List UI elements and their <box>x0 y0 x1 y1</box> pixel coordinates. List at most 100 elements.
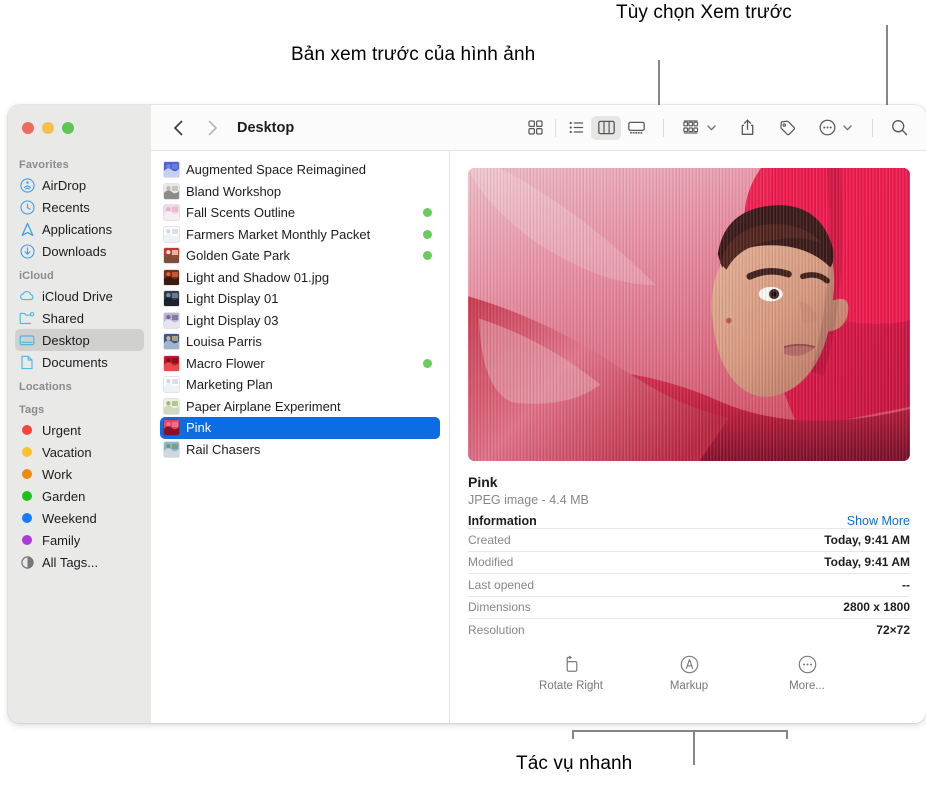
sidebar-item-airdrop[interactable]: AirDrop <box>15 174 144 196</box>
sidebar-item-all-tags[interactable]: All Tags... <box>15 551 144 573</box>
sidebar-item-downloads[interactable]: Downloads <box>15 240 144 262</box>
column-view-button[interactable] <box>591 115 621 140</box>
file-row[interactable]: Light Display 01 <box>160 288 440 310</box>
file-row[interactable]: Rail Chasers <box>160 439 440 461</box>
info-value: 72×72 <box>876 622 910 637</box>
rotate-right-icon[interactable] <box>562 655 581 675</box>
more-actions-control[interactable] <box>812 116 852 140</box>
file-name: Augmented Space Reimagined <box>186 162 366 178</box>
sidebar-item-recents[interactable]: Recents <box>15 196 144 218</box>
chevron-down-icon-2[interactable] <box>843 124 852 131</box>
share-button[interactable] <box>732 116 762 140</box>
search-button[interactable] <box>884 116 914 140</box>
file-row[interactable]: Light and Shadow 01.jpg <box>160 267 440 289</box>
airdrop-icon <box>19 177 35 193</box>
sidebar-item-shared[interactable]: Shared <box>15 307 144 329</box>
sidebar-item-desktop[interactable]: Desktop <box>15 329 144 351</box>
sidebar-item-label: iCloud Drive <box>42 288 113 304</box>
list-view-button[interactable] <box>561 116 591 140</box>
file-name: Rail Chasers <box>186 441 261 457</box>
tag-dot-icon <box>19 532 35 548</box>
back-button[interactable] <box>165 115 191 141</box>
file-row[interactable]: Farmers Market Monthly Packet <box>160 224 440 246</box>
toolbar-divider-2 <box>663 118 664 137</box>
file-thumbnail-icon <box>164 162 179 178</box>
icon-view-button[interactable] <box>520 116 550 140</box>
preview-pane: Pink JPEG image - 4.4 MB Information Sho… <box>450 151 926 723</box>
chevron-down-icon[interactable] <box>707 124 716 131</box>
quick-action-rotate-right[interactable]: Rotate Right <box>535 655 607 692</box>
file-thumbnail-icon <box>164 377 179 393</box>
file-name: Macro Flower <box>186 355 265 371</box>
file-row[interactable]: Bland Workshop <box>160 181 440 203</box>
file-thumbnail-icon <box>164 291 179 307</box>
main-area: Desktop Augmented Space Reimagined Bland… <box>151 105 926 723</box>
file-row[interactable]: Golden Gate Park <box>160 245 440 267</box>
file-name: Pink <box>186 420 212 436</box>
more-icon[interactable] <box>798 655 817 675</box>
sidebar-item-icloud-drive[interactable]: iCloud Drive <box>15 285 144 307</box>
sidebar-item-work[interactable]: Work <box>15 463 144 485</box>
image-preview[interactable] <box>468 168 910 461</box>
file-row-selected[interactable]: Pink <box>160 417 440 439</box>
sidebar-item-vacation[interactable]: Vacation <box>15 441 144 463</box>
preview-subtitle: JPEG image - 4.4 MB <box>468 493 589 507</box>
forward-button[interactable] <box>199 115 225 141</box>
info-row: Resolution 72×72 <box>468 618 910 641</box>
tag-button[interactable] <box>772 116 802 140</box>
quick-actions: Rotate Right Markup More... <box>468 655 910 692</box>
file-row[interactable]: Augmented Space Reimagined <box>160 159 440 181</box>
show-more-link[interactable]: Show More <box>847 514 910 528</box>
sidebar-item-label: Recents <box>42 199 90 215</box>
information-header: Information Show More <box>468 514 910 528</box>
file-row[interactable]: Marketing Plan <box>160 374 440 396</box>
file-row[interactable]: Louisa Parris <box>160 331 440 353</box>
tag-dot-icon[interactable] <box>423 358 432 368</box>
file-name: Marketing Plan <box>186 377 273 393</box>
breadcrumb[interactable]: Desktop <box>237 120 294 136</box>
file-row[interactable]: Macro Flower <box>160 353 440 375</box>
sidebar-item-urgent[interactable]: Urgent <box>15 419 144 441</box>
tag-dot-icon[interactable] <box>423 208 432 218</box>
file-name: Fall Scents Outline <box>186 205 296 221</box>
file-name: Paper Airplane Experiment <box>186 398 341 414</box>
more-actions-button[interactable] <box>812 116 842 140</box>
quick-action-more[interactable]: More... <box>771 655 843 692</box>
traffic-lights <box>8 105 151 151</box>
sidebar-item-documents[interactable]: Documents <box>15 351 144 373</box>
file-thumbnail-icon <box>164 355 179 371</box>
markup-icon[interactable] <box>680 655 699 675</box>
file-name: Light and Shadow 01.jpg <box>186 269 330 285</box>
callout-quick-actions: Tác vụ nhanh <box>516 753 633 774</box>
sidebar-item-label: Downloads <box>42 243 107 259</box>
downloads-icon <box>19 243 35 259</box>
callout-bracket-top <box>572 730 788 732</box>
file-row[interactable]: Light Display 03 <box>160 310 440 332</box>
group-by-button[interactable] <box>676 116 706 140</box>
file-row[interactable]: Fall Scents Outline <box>160 202 440 224</box>
file-list[interactable]: Augmented Space Reimagined Bland Workshop… <box>151 151 450 723</box>
tag-dot-icon[interactable] <box>423 229 432 239</box>
sidebar-item-family[interactable]: Family <box>15 529 144 551</box>
sidebar-item-applications[interactable]: Applications <box>15 218 144 240</box>
info-row: Dimensions 2800 x 1800 <box>468 595 910 619</box>
file-name: Louisa Parris <box>186 334 262 350</box>
file-name: Golden Gate Park <box>186 248 291 264</box>
info-key: Last opened <box>468 577 535 592</box>
file-thumbnail-icon <box>164 269 179 285</box>
finder-window: Favorites AirDrop Recents Applications Downl… <box>8 105 926 723</box>
group-by-control[interactable] <box>676 116 716 140</box>
quick-action-markup[interactable]: Markup <box>653 655 725 692</box>
toolbar: Desktop <box>151 105 926 151</box>
close-button[interactable] <box>22 122 34 134</box>
sidebar: Favorites AirDrop Recents Applications Downl… <box>8 105 151 723</box>
sidebar-item-garden[interactable]: Garden <box>15 485 144 507</box>
tag-dot-icon <box>19 488 35 504</box>
file-row[interactable]: Paper Airplane Experiment <box>160 396 440 418</box>
zoom-button[interactable] <box>62 122 74 134</box>
minimize-button[interactable] <box>42 122 54 134</box>
tag-dot-icon <box>19 444 35 460</box>
tag-dot-icon[interactable] <box>423 251 432 261</box>
sidebar-item-weekend[interactable]: Weekend <box>15 507 144 529</box>
gallery-view-button[interactable] <box>621 116 651 140</box>
